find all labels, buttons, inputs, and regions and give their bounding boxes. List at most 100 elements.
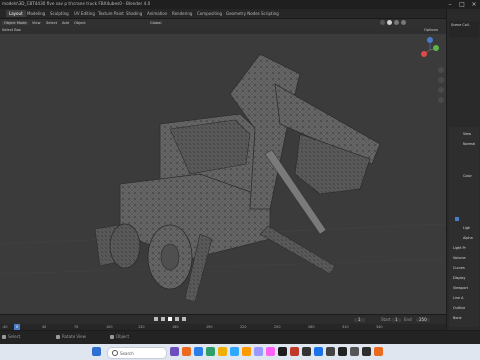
wireframe-shading-icon[interactable]	[380, 20, 385, 25]
taskbar-search[interactable]: Search	[107, 347, 167, 359]
app-icon-indesign[interactable]	[266, 347, 275, 356]
app-icon-17[interactable]	[362, 347, 371, 356]
tab-sculpting[interactable]: Sculpting	[50, 11, 69, 16]
prop-label: Normal	[463, 142, 476, 146]
viewport-nav-buttons[interactable]	[438, 67, 444, 103]
app-icon-15[interactable]	[338, 347, 347, 356]
prop-label: Color	[463, 174, 472, 178]
search-placeholder: Search	[120, 351, 134, 356]
ruler-tick: 340	[376, 325, 383, 329]
tab-texture-paint[interactable]: Texture Paint	[98, 11, 124, 16]
prop-label: Display	[453, 276, 466, 280]
overlay-checkbox[interactable]	[455, 217, 459, 221]
tab-geometry-nodes[interactable]: Geometry Nodes	[226, 11, 260, 16]
mouse-middle-icon	[56, 335, 60, 339]
status-bar: Select Rotate View Object	[0, 330, 480, 345]
next-key-icon[interactable]	[175, 317, 179, 321]
3d-viewport[interactable]	[0, 34, 446, 314]
ruler-tick: -40	[2, 325, 8, 329]
status-rotate: Rotate View	[62, 334, 86, 339]
menu-select[interactable]: Select	[46, 21, 57, 25]
app-icon-blender[interactable]	[182, 347, 191, 356]
viewport-header: Object Mode View Select Add Object Globa…	[0, 19, 446, 27]
jump-end-icon[interactable]	[182, 317, 186, 321]
close-icon[interactable]: ×	[468, 0, 480, 9]
prev-key-icon[interactable]	[161, 317, 165, 321]
tab-layout[interactable]: Layout	[6, 10, 26, 17]
start-icon[interactable]	[92, 347, 101, 356]
ruler-tick: 160	[172, 325, 179, 329]
minimize-icon[interactable]: –	[444, 0, 456, 9]
tab-shading[interactable]: Shading	[126, 11, 142, 16]
maximize-icon[interactable]: □	[456, 0, 468, 9]
material-shading-icon[interactable]	[394, 20, 399, 25]
app-icon-14[interactable]	[326, 347, 335, 356]
end-label: End	[404, 317, 412, 322]
app-icon-4[interactable]	[206, 347, 215, 356]
app-icon-13[interactable]	[314, 347, 323, 356]
app-icon-photoshop[interactable]	[230, 347, 239, 356]
app-icon-premiere[interactable]	[254, 347, 263, 356]
ruler-tick: 280	[308, 325, 315, 329]
status-object: Object	[116, 334, 130, 339]
transform-orientation[interactable]: Global	[150, 21, 161, 25]
app-icon-18[interactable]	[374, 347, 383, 356]
tab-rendering[interactable]: Rendering	[172, 11, 192, 16]
options-button[interactable]: Options	[424, 28, 438, 32]
ruler-tick: 40	[42, 325, 47, 329]
tab-uv-editing[interactable]: UV Editing	[74, 11, 95, 16]
play-icon[interactable]	[168, 317, 172, 321]
prop-label: Line A	[453, 296, 464, 300]
app-icon-10[interactable]	[278, 347, 287, 356]
app-icon-5[interactable]	[218, 347, 227, 356]
prop-label: View	[463, 132, 472, 136]
tab-compositing[interactable]: Compositing	[197, 11, 222, 16]
ruler-tick: 100	[106, 325, 113, 329]
start-frame-field[interactable]: 1	[392, 318, 401, 322]
app-icon-16[interactable]	[350, 347, 359, 356]
current-frame-field[interactable]: 1	[354, 318, 365, 322]
prop-label: Volume	[453, 256, 466, 260]
app-icon-11[interactable]	[290, 347, 299, 356]
tab-animation[interactable]: Animation	[147, 11, 167, 16]
end-frame-field[interactable]: 250	[416, 318, 430, 322]
select-box-tool[interactable]: Select Box	[2, 28, 21, 32]
menu-view[interactable]: View	[32, 21, 41, 25]
ruler-tick: 70	[74, 325, 79, 329]
ruler-tick: 220	[240, 325, 247, 329]
navigation-gizmo[interactable]	[421, 37, 439, 57]
solid-shading-icon[interactable]	[387, 20, 392, 25]
outliner[interactable]: Scene Coll.	[449, 21, 479, 37]
shading-buttons	[380, 20, 440, 26]
app-icon-12[interactable]	[302, 347, 311, 356]
workspace-tabs: Layout Modeling Sculpting UV Editing Tex…	[0, 9, 480, 19]
properties-panel: Scene Coll. View Normal Color Ligh Alpha…	[446, 9, 480, 330]
tab-modeling[interactable]: Modeling	[27, 11, 45, 16]
app-icon-3[interactable]	[194, 347, 203, 356]
outliner-item[interactable]: Scene Coll.	[451, 23, 470, 27]
menu-add[interactable]: Add	[62, 21, 69, 25]
window-title: models\3D_C8T4430 five sav p tr\crane tr…	[2, 1, 151, 6]
prop-label: Viewport	[453, 286, 468, 290]
tab-scripting[interactable]: Scripting	[261, 11, 279, 16]
ruler-tick: 310	[342, 325, 349, 329]
menu-object[interactable]: Object	[74, 21, 86, 25]
prop-label: Curves	[453, 266, 465, 270]
jump-start-icon[interactable]	[154, 317, 158, 321]
ruler-tick: 250	[274, 325, 281, 329]
tool-header: Select Box Options	[0, 27, 446, 34]
prop-label: Bone	[453, 316, 462, 320]
prop-label: Alpha	[463, 236, 473, 240]
mouse-right-icon	[110, 335, 114, 339]
ruler-tick: 0	[16, 325, 19, 329]
overlay-settings: View Normal Color Ligh Alpha Light Pr Vo…	[449, 127, 479, 327]
mouse-left-icon	[2, 335, 6, 339]
app-icon-illustrator[interactable]	[242, 347, 251, 356]
prop-label: Light Pr	[453, 246, 466, 250]
mode-selector[interactable]: Object Mode	[2, 21, 29, 25]
wireframe-model	[0, 37, 446, 303]
app-icon-1[interactable]	[170, 347, 179, 356]
prop-label: Outline	[453, 306, 466, 310]
taskbar	[0, 344, 480, 360]
rendered-shading-icon[interactable]	[401, 20, 406, 25]
